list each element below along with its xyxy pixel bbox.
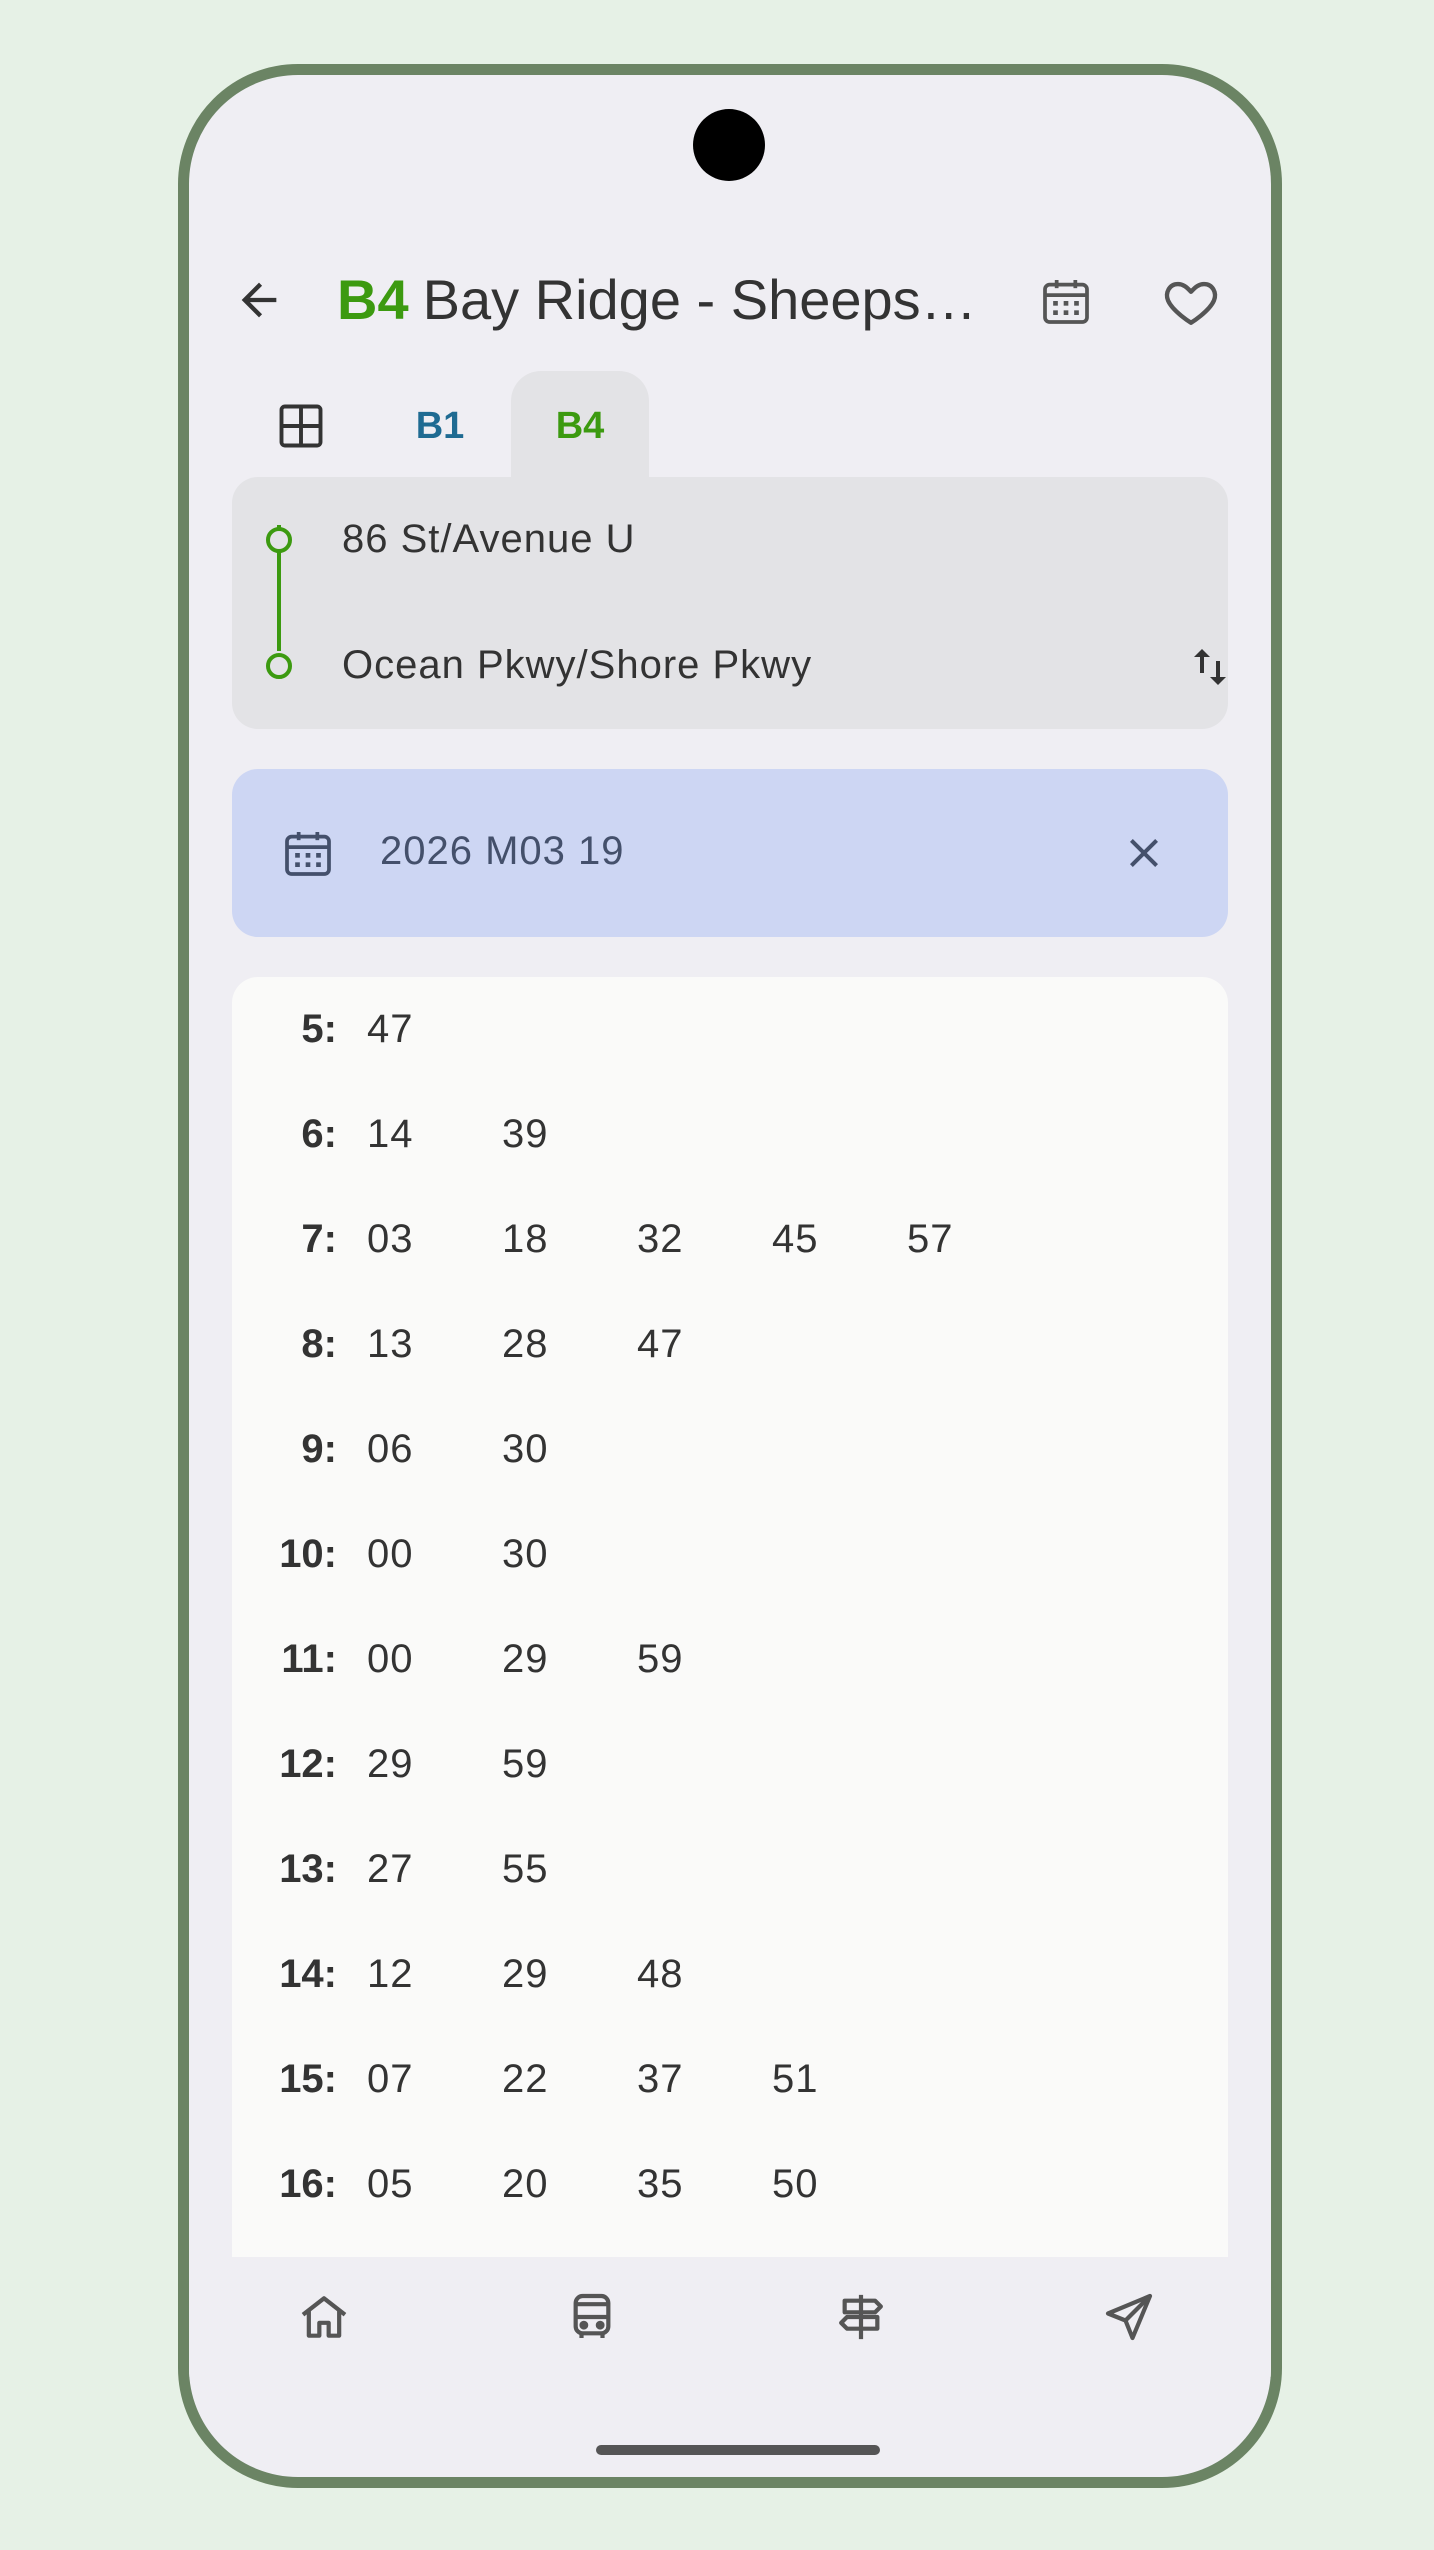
origin-stop-marker (266, 527, 292, 553)
departure-schedule: 5: 47 6: 14 39 7: 03 18 32 45 57 8: 13 28 47 9: 06 30 10: 0… (232, 977, 1228, 2257)
departure-minute[interactable]: 59 (502, 1742, 549, 1787)
bottom-navigation (189, 2257, 1271, 2377)
swap-vertical-icon (1194, 649, 1226, 685)
signpost-icon (839, 2294, 883, 2340)
departure-minute[interactable]: 13 (367, 1322, 414, 1367)
departure-minute[interactable]: 00 (367, 1532, 414, 1577)
date-calendar-icon-wrap (276, 821, 340, 885)
schedule-row: 5: 47 (232, 977, 1228, 1082)
close-icon (1130, 839, 1158, 867)
departure-minute[interactable]: 03 (367, 1217, 414, 1262)
nav-directions[interactable] (821, 2277, 901, 2357)
top-app-bar: B4Bay Ridge - Sheepshead Bay (189, 245, 1271, 355)
departure-minute[interactable]: 59 (637, 1637, 684, 1682)
departure-minute[interactable]: 51 (772, 2057, 819, 2102)
departure-minute[interactable]: 20 (502, 2162, 549, 2207)
departure-minute[interactable]: 12 (367, 1952, 414, 1997)
tab-all-routes[interactable] (232, 371, 370, 481)
back-button[interactable] (229, 270, 289, 330)
schedule-hour: 16: (279, 2162, 337, 2206)
departure-minute[interactable]: 30 (502, 1532, 549, 1577)
departure-minute[interactable]: 32 (637, 1217, 684, 1262)
calendar-icon (285, 832, 331, 876)
departure-minute[interactable]: 50 (772, 2162, 819, 2207)
tab-b1[interactable]: B1 (371, 371, 509, 481)
departure-minute[interactable]: 05 (367, 2162, 414, 2207)
date-filter-chip[interactable]: 2026 M03 19 (232, 769, 1228, 937)
departure-minute[interactable]: 18 (502, 1217, 549, 1262)
tab-b4[interactable]: B4 (511, 371, 649, 481)
schedule-hour: 11: (281, 1637, 337, 1681)
departure-minute[interactable]: 00 (367, 1637, 414, 1682)
schedule-row: 7: 03 18 32 45 57 (232, 1187, 1228, 1292)
home-indicator[interactable] (596, 2445, 880, 2455)
heart-outline-icon (1164, 281, 1218, 325)
navigation-icon (1105, 2293, 1153, 2341)
schedule-hour: 7: (301, 1217, 337, 1261)
departure-minute[interactable]: 28 (502, 1322, 549, 1367)
grid-icon (279, 404, 323, 448)
departure-minute[interactable]: 45 (772, 1217, 819, 1262)
schedule-hour: 5: (301, 1007, 337, 1051)
phone-frame: B4Bay Ridge - Sheepshead Bay (178, 64, 1282, 2488)
arrow-left-icon (241, 282, 277, 318)
clear-date-button[interactable] (1112, 821, 1176, 885)
schedule-hour: 14: (279, 1952, 337, 1996)
schedule-row: 9: 06 30 (232, 1397, 1228, 1502)
departure-minute[interactable]: 47 (637, 1322, 684, 1367)
schedule-row: 11: 00 29 59 (232, 1607, 1228, 1712)
departure-minute[interactable]: 06 (367, 1427, 414, 1472)
front-camera (693, 109, 765, 181)
departure-minute[interactable]: 39 (502, 1112, 549, 1157)
bus-icon (573, 2293, 611, 2338)
departure-minute[interactable]: 29 (502, 1637, 549, 1682)
selected-date: 2026 M03 19 (380, 829, 625, 873)
schedule-row: 8: 13 28 47 (232, 1292, 1228, 1397)
departure-minute[interactable]: 14 (367, 1112, 414, 1157)
destination-stop-marker (266, 653, 292, 679)
calendar-icon (1043, 280, 1089, 324)
nav-routes[interactable] (552, 2277, 632, 2357)
schedule-hour: 12: (279, 1742, 337, 1786)
departure-minute[interactable]: 22 (502, 2057, 549, 2102)
route-code: B4 (337, 268, 409, 331)
schedule-hour: 8: (301, 1322, 337, 1366)
schedule-row: 6: 14 39 (232, 1082, 1228, 1187)
schedule-row: 16: 05 20 35 50 (232, 2132, 1228, 2237)
departure-minute[interactable]: 37 (637, 2057, 684, 2102)
destination-stop[interactable]: Ocean Pkwy/Shore Pkwy (342, 643, 812, 688)
schedule-hour: 13: (279, 1847, 337, 1891)
schedule-row: 15: 07 22 37 51 (232, 2027, 1228, 2132)
page-title: B4Bay Ridge - Sheepshead Bay (337, 267, 977, 332)
schedule-row: 10: 00 30 (232, 1502, 1228, 1607)
schedule-hour: 10: (279, 1532, 337, 1576)
route-card: 86 St/Avenue U Ocean Pkwy/Shore Pkwy (232, 477, 1228, 729)
schedule-row: 12: 29 59 (232, 1712, 1228, 1817)
schedule-row: 14: 12 29 48 (232, 1922, 1228, 2027)
nav-trip[interactable] (1089, 2277, 1169, 2357)
departure-minute[interactable]: 57 (907, 1217, 954, 1262)
swap-direction-button[interactable] (1182, 637, 1238, 697)
schedule-hour: 6: (301, 1112, 337, 1156)
origin-stop[interactable]: 86 St/Avenue U (342, 517, 635, 562)
departure-minute[interactable]: 29 (502, 1952, 549, 1997)
departure-minute[interactable]: 07 (367, 2057, 414, 2102)
route-tabs: B1 B4 (232, 371, 1232, 481)
departure-minute[interactable]: 48 (637, 1952, 684, 1997)
schedule-row: 13: 27 55 (232, 1817, 1228, 1922)
departure-minute[interactable]: 47 (367, 1007, 414, 1052)
schedule-hour: 15: (279, 2057, 337, 2101)
departure-minute[interactable]: 29 (367, 1742, 414, 1787)
departure-minute[interactable]: 35 (637, 2162, 684, 2207)
nav-home[interactable] (284, 2277, 364, 2357)
departure-minute[interactable]: 27 (367, 1847, 414, 1892)
departure-minute[interactable]: 30 (502, 1427, 549, 1472)
departure-minute[interactable]: 55 (502, 1847, 549, 1892)
schedule-hour: 9: (301, 1427, 337, 1471)
home-icon (301, 2296, 347, 2338)
calendar-button[interactable] (1034, 269, 1098, 333)
route-name: Bay Ridge - Sheepshead Bay (422, 268, 977, 331)
favorite-button[interactable] (1159, 269, 1223, 333)
